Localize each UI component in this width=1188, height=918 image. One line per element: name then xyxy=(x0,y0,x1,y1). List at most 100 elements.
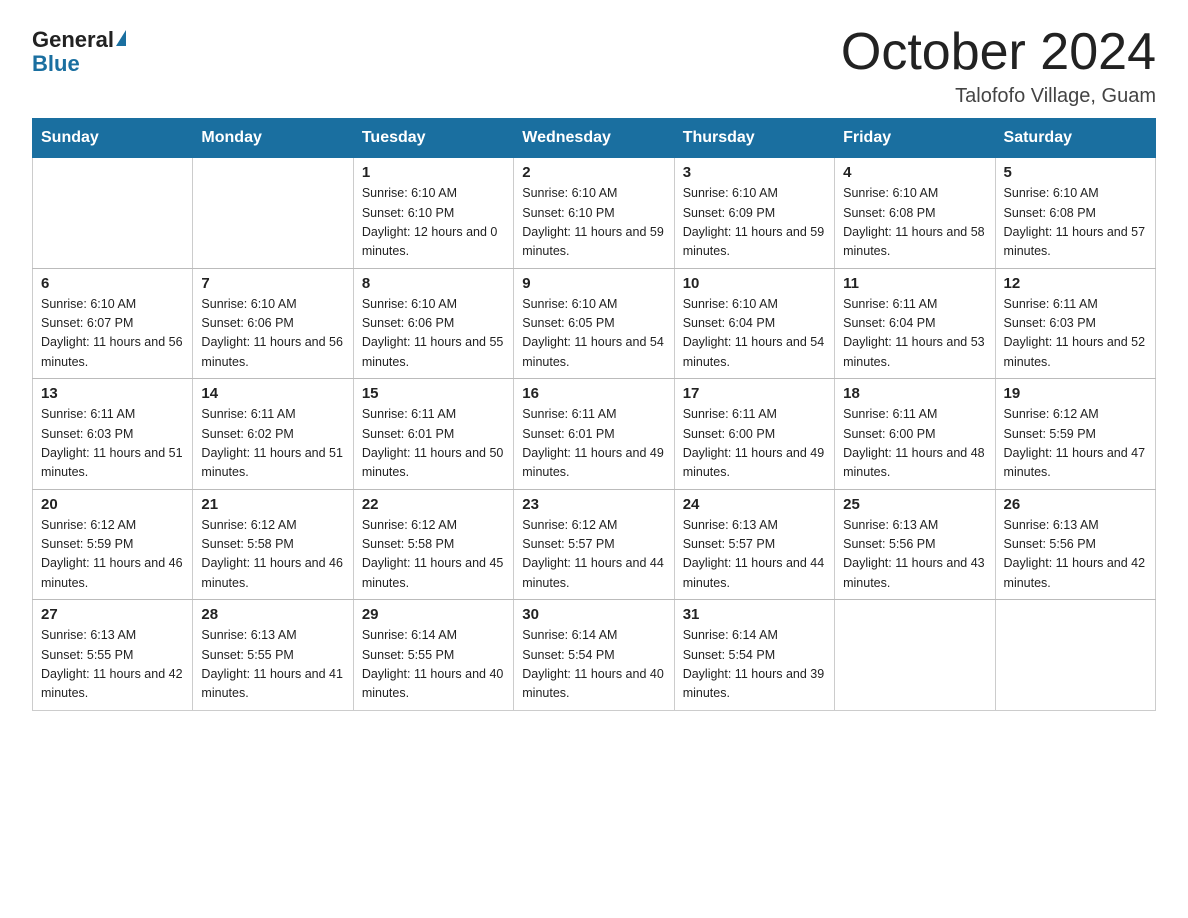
logo-triangle-icon xyxy=(116,30,126,46)
calendar-week-row: 6 Sunrise: 6:10 AMSunset: 6:07 PMDaylight… xyxy=(33,268,1156,379)
day-number: 3 xyxy=(683,164,826,181)
day-number: 26 xyxy=(1004,496,1147,513)
calendar-cell: 20 Sunrise: 6:12 AMSunset: 5:59 PMDayligh… xyxy=(33,489,193,600)
day-info: Sunrise: 6:10 AMSunset: 6:07 PMDaylight:… xyxy=(41,295,184,373)
page-header: General Blue October 2024 Talofofo Villa… xyxy=(32,24,1156,108)
day-number: 18 xyxy=(843,385,986,402)
day-number: 4 xyxy=(843,164,986,181)
calendar-cell: 30 Sunrise: 6:14 AMSunset: 5:54 PMDayligh… xyxy=(514,600,674,711)
day-info: Sunrise: 6:12 AMSunset: 5:59 PMDaylight:… xyxy=(41,516,184,594)
day-number: 28 xyxy=(201,606,344,623)
logo-general-text: General xyxy=(32,28,114,52)
calendar-cell: 31 Sunrise: 6:14 AMSunset: 5:54 PMDayligh… xyxy=(674,600,834,711)
day-of-week-header: Saturday xyxy=(995,119,1155,158)
calendar-cell xyxy=(33,158,193,269)
logo-blue-text: Blue xyxy=(32,52,80,76)
day-info: Sunrise: 6:11 AMSunset: 6:02 PMDaylight:… xyxy=(201,405,344,483)
calendar-cell: 13 Sunrise: 6:11 AMSunset: 6:03 PMDayligh… xyxy=(33,379,193,490)
day-info: Sunrise: 6:11 AMSunset: 6:00 PMDaylight:… xyxy=(683,405,826,483)
title-block: October 2024 Talofofo Village, Guam xyxy=(841,24,1156,108)
day-info: Sunrise: 6:13 AMSunset: 5:55 PMDaylight:… xyxy=(41,626,184,704)
day-number: 14 xyxy=(201,385,344,402)
day-number: 13 xyxy=(41,385,184,402)
calendar-cell: 2 Sunrise: 6:10 AMSunset: 6:10 PMDaylight… xyxy=(514,158,674,269)
day-number: 30 xyxy=(522,606,665,623)
day-of-week-header: Friday xyxy=(835,119,995,158)
calendar-cell: 7 Sunrise: 6:10 AMSunset: 6:06 PMDaylight… xyxy=(193,268,353,379)
calendar-table: SundayMondayTuesdayWednesdayThursdayFrid… xyxy=(32,118,1156,711)
day-number: 12 xyxy=(1004,275,1147,292)
calendar-cell: 1 Sunrise: 6:10 AMSunset: 6:10 PMDaylight… xyxy=(353,158,513,269)
calendar-cell: 15Sunrise: 6:11 AMSunset: 6:01 PMDayligh… xyxy=(353,379,513,490)
subtitle: Talofofo Village, Guam xyxy=(841,85,1156,108)
day-info: Sunrise: 6:10 AMSunset: 6:06 PMDaylight:… xyxy=(362,295,505,373)
day-info: Sunrise: 6:11 AMSunset: 6:00 PMDaylight:… xyxy=(843,405,986,483)
calendar-header-row: SundayMondayTuesdayWednesdayThursdayFrid… xyxy=(33,119,1156,158)
calendar-cell: 19 Sunrise: 6:12 AMSunset: 5:59 PMDayligh… xyxy=(995,379,1155,490)
day-info: Sunrise: 6:11 AMSunset: 6:01 PMDaylight:… xyxy=(522,405,665,483)
calendar-cell: 29Sunrise: 6:14 AMSunset: 5:55 PMDayligh… xyxy=(353,600,513,711)
day-of-week-header: Monday xyxy=(193,119,353,158)
calendar-cell: 18 Sunrise: 6:11 AMSunset: 6:00 PMDayligh… xyxy=(835,379,995,490)
day-info: Sunrise: 6:12 AMSunset: 5:58 PMDaylight:… xyxy=(201,516,344,594)
day-number: 15 xyxy=(362,385,505,402)
day-info: Sunrise: 6:12 AMSunset: 5:58 PMDaylight:… xyxy=(362,516,505,594)
day-number: 7 xyxy=(201,275,344,292)
day-number: 31 xyxy=(683,606,826,623)
calendar-cell: 4Sunrise: 6:10 AMSunset: 6:08 PMDaylight… xyxy=(835,158,995,269)
calendar-cell: 26 Sunrise: 6:13 AMSunset: 5:56 PMDayligh… xyxy=(995,489,1155,600)
calendar-cell: 8Sunrise: 6:10 AMSunset: 6:06 PMDaylight… xyxy=(353,268,513,379)
day-number: 21 xyxy=(201,496,344,513)
calendar-cell: 27 Sunrise: 6:13 AMSunset: 5:55 PMDayligh… xyxy=(33,600,193,711)
day-number: 19 xyxy=(1004,385,1147,402)
calendar-week-row: 1 Sunrise: 6:10 AMSunset: 6:10 PMDaylight… xyxy=(33,158,1156,269)
day-info: Sunrise: 6:11 AMSunset: 6:04 PMDaylight:… xyxy=(843,295,986,373)
calendar-cell: 17 Sunrise: 6:11 AMSunset: 6:00 PMDayligh… xyxy=(674,379,834,490)
day-info: Sunrise: 6:10 AMSunset: 6:10 PMDaylight:… xyxy=(522,184,665,262)
day-info: Sunrise: 6:13 AMSunset: 5:57 PMDaylight:… xyxy=(683,516,826,594)
day-number: 16 xyxy=(522,385,665,402)
day-info: Sunrise: 6:13 AMSunset: 5:56 PMDaylight:… xyxy=(1004,516,1147,594)
day-info: Sunrise: 6:14 AMSunset: 5:54 PMDaylight:… xyxy=(522,626,665,704)
day-number: 17 xyxy=(683,385,826,402)
calendar-cell: 9Sunrise: 6:10 AMSunset: 6:05 PMDaylight… xyxy=(514,268,674,379)
day-info: Sunrise: 6:13 AMSunset: 5:56 PMDaylight:… xyxy=(843,516,986,594)
day-number: 2 xyxy=(522,164,665,181)
day-number: 27 xyxy=(41,606,184,623)
calendar-week-row: 13 Sunrise: 6:11 AMSunset: 6:03 PMDayligh… xyxy=(33,379,1156,490)
main-title: October 2024 xyxy=(841,24,1156,81)
day-number: 23 xyxy=(522,496,665,513)
day-number: 22 xyxy=(362,496,505,513)
calendar-cell: 3Sunrise: 6:10 AMSunset: 6:09 PMDaylight… xyxy=(674,158,834,269)
calendar-cell: 25Sunrise: 6:13 AMSunset: 5:56 PMDayligh… xyxy=(835,489,995,600)
calendar-cell: 22 Sunrise: 6:12 AMSunset: 5:58 PMDayligh… xyxy=(353,489,513,600)
day-info: Sunrise: 6:10 AMSunset: 6:08 PMDaylight:… xyxy=(1004,184,1147,262)
day-number: 1 xyxy=(362,164,505,181)
day-info: Sunrise: 6:10 AMSunset: 6:10 PMDaylight:… xyxy=(362,184,505,262)
day-info: Sunrise: 6:14 AMSunset: 5:54 PMDaylight:… xyxy=(683,626,826,704)
calendar-cell: 5Sunrise: 6:10 AMSunset: 6:08 PMDaylight… xyxy=(995,158,1155,269)
calendar-cell xyxy=(995,600,1155,711)
day-number: 24 xyxy=(683,496,826,513)
logo: General Blue xyxy=(32,24,126,76)
day-of-week-header: Wednesday xyxy=(514,119,674,158)
calendar-cell: 28 Sunrise: 6:13 AMSunset: 5:55 PMDayligh… xyxy=(193,600,353,711)
day-info: Sunrise: 6:13 AMSunset: 5:55 PMDaylight:… xyxy=(201,626,344,704)
day-info: Sunrise: 6:12 AMSunset: 5:59 PMDaylight:… xyxy=(1004,405,1147,483)
calendar-cell: 21 Sunrise: 6:12 AMSunset: 5:58 PMDayligh… xyxy=(193,489,353,600)
day-info: Sunrise: 6:11 AMSunset: 6:03 PMDaylight:… xyxy=(41,405,184,483)
calendar-cell: 10Sunrise: 6:10 AMSunset: 6:04 PMDayligh… xyxy=(674,268,834,379)
day-of-week-header: Sunday xyxy=(33,119,193,158)
day-number: 20 xyxy=(41,496,184,513)
day-info: Sunrise: 6:10 AMSunset: 6:06 PMDaylight:… xyxy=(201,295,344,373)
calendar-cell xyxy=(193,158,353,269)
calendar-cell: 11Sunrise: 6:11 AMSunset: 6:04 PMDayligh… xyxy=(835,268,995,379)
calendar-week-row: 27 Sunrise: 6:13 AMSunset: 5:55 PMDayligh… xyxy=(33,600,1156,711)
day-info: Sunrise: 6:14 AMSunset: 5:55 PMDaylight:… xyxy=(362,626,505,704)
calendar-week-row: 20 Sunrise: 6:12 AMSunset: 5:59 PMDayligh… xyxy=(33,489,1156,600)
calendar-cell: 12Sunrise: 6:11 AMSunset: 6:03 PMDayligh… xyxy=(995,268,1155,379)
calendar-cell: 16 Sunrise: 6:11 AMSunset: 6:01 PMDayligh… xyxy=(514,379,674,490)
day-info: Sunrise: 6:10 AMSunset: 6:05 PMDaylight:… xyxy=(522,295,665,373)
day-of-week-header: Thursday xyxy=(674,119,834,158)
day-number: 6 xyxy=(41,275,184,292)
